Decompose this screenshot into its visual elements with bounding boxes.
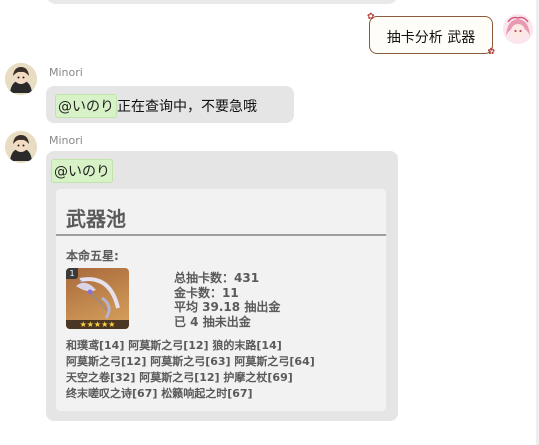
- outgoing-message-text: 抽卡分析 武器: [386, 30, 476, 46]
- previous-message-bubble: [46, 0, 398, 4]
- message-text: 正在查询中，不要急哦: [117, 99, 257, 115]
- sender-name: Minori: [49, 66, 83, 79]
- section-label: 本命五星:: [66, 249, 119, 263]
- outgoing-message-bubble: ✿ ✿ 抽卡分析 武器: [367, 12, 495, 57]
- rarity-stars: ★★★★★: [66, 320, 129, 329]
- record-line: 和璞鸢[14] 阿莫斯之弓[12] 狼的末路[14]: [66, 339, 282, 352]
- stats-block: 总抽卡数：431 金卡数：11 平均 39.18 抽出金 已 4 抽未出金: [174, 271, 280, 329]
- avatar[interactable]: [5, 63, 37, 95]
- record-line: 阿莫斯之弓[12] 阿莫斯之弓[63] 阿莫斯之弓[64]: [66, 355, 315, 368]
- message-line: @いのり 正在查询中，不要急哦: [55, 94, 257, 118]
- record-line: 终末嗟叹之诗[67] 松籁响起之时[67]: [66, 387, 253, 400]
- bot-avatar-icon: [5, 63, 37, 95]
- constellation-badge: 1: [66, 268, 78, 279]
- avatar[interactable]: [5, 131, 37, 163]
- incoming-message-bubble: @いのり 武器池 本命五星: 1 ★★★★★ 总抽卡数：431 金卡数：11 平…: [46, 151, 398, 421]
- record-line: 天空之卷[32] 阿莫斯之弓[12] 护摩之杖[69]: [66, 371, 293, 384]
- mention-tag[interactable]: @いのり: [55, 94, 117, 118]
- stat-line: 总抽卡数：431: [174, 271, 260, 285]
- card-title: 武器池: [66, 207, 126, 231]
- mention-tag[interactable]: @いのり: [51, 159, 113, 183]
- bubble-ornament-icon: ✿: [487, 47, 495, 57]
- pull-records: 和璞鸢[14] 阿莫斯之弓[12] 狼的末路[14] 阿莫斯之弓[12] 阿莫斯…: [66, 338, 315, 402]
- stat-line: 已 4 抽未出金: [174, 314, 251, 329]
- bubble-ornament-icon: ✿: [367, 12, 375, 22]
- user-avatar-icon: [503, 14, 533, 44]
- weapon-thumbnail: 1 ★★★★★: [66, 268, 129, 329]
- sender-name: Minori: [49, 134, 83, 147]
- divider: [56, 234, 386, 236]
- avatar[interactable]: [503, 14, 533, 44]
- gacha-result-card: 武器池 本命五星: 1 ★★★★★ 总抽卡数：431 金卡数：11 平均 39.…: [56, 189, 386, 411]
- incoming-message-bubble: @いのり 正在查询中，不要急哦: [46, 86, 294, 123]
- message-line: @いのり: [51, 159, 113, 183]
- stat-line: 金卡数：11: [174, 285, 239, 300]
- bot-avatar-icon: [5, 131, 37, 163]
- stat-line: 平均 39.18 抽出金: [174, 300, 281, 314]
